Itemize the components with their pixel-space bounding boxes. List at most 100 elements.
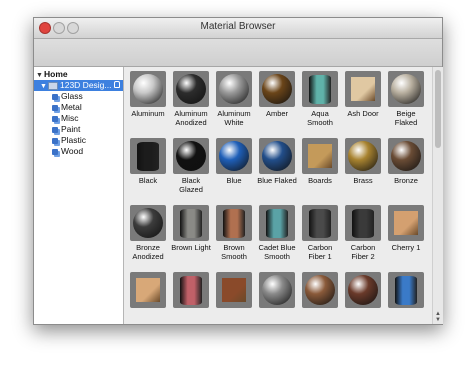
material-label: Beige Flaked <box>394 109 418 127</box>
material-thumbnail <box>130 138 166 174</box>
material-tile[interactable] <box>386 272 426 310</box>
material-tile[interactable]: Cherry 1 <box>386 205 426 252</box>
material-preview-sphere <box>391 141 421 171</box>
material-preview-sphere <box>176 141 206 171</box>
material-category-icon <box>52 137 58 144</box>
material-tile[interactable]: Aluminum Anodized <box>171 71 211 127</box>
tree-library-label: 123D Desig... <box>60 80 112 90</box>
material-label: Cadet Blue Smooth <box>258 243 296 261</box>
sidebar-item-metal[interactable]: Metal <box>52 102 82 113</box>
material-tile[interactable]: Bronze <box>386 138 426 185</box>
material-preview-cyl <box>180 209 202 238</box>
material-tile[interactable]: Carbon Fiber 1 <box>300 205 340 261</box>
material-preview-box <box>136 278 160 302</box>
material-tile[interactable]: Carbon Fiber 2 <box>343 205 383 261</box>
material-preview-cyl <box>352 209 374 238</box>
material-thumbnail <box>259 138 295 174</box>
sidebar-item-wood[interactable]: Wood <box>52 146 83 157</box>
disclosure-triangle-icon[interactable]: ▼ <box>40 81 48 92</box>
material-tile[interactable] <box>343 272 383 310</box>
material-thumbnail <box>259 205 295 241</box>
material-preview-sphere <box>219 74 249 104</box>
material-tile[interactable] <box>257 272 297 310</box>
sidebar-item-glass[interactable]: Glass <box>52 91 83 102</box>
material-tile[interactable]: Ash Door <box>343 71 383 118</box>
material-tile[interactable]: Brown Light <box>171 205 211 252</box>
material-thumbnail <box>130 272 166 308</box>
material-thumbnail <box>388 272 424 308</box>
material-label: Black <box>138 176 158 185</box>
material-preview-box <box>222 278 246 302</box>
tree-home[interactable]: ▼Home <box>36 69 68 80</box>
material-tile[interactable] <box>214 272 254 310</box>
material-tile[interactable]: Amber <box>257 71 297 118</box>
sidebar-item-plastic[interactable]: Plastic <box>52 135 86 146</box>
library-sidebar: ▼Home ▼ 123D Desig... Glass Metal Misc Pa… <box>34 67 124 324</box>
material-thumbnail <box>302 205 338 241</box>
material-tile[interactable]: Brown Smooth <box>214 205 254 261</box>
material-thumbnail <box>130 71 166 107</box>
material-tile[interactable]: Cadet Blue Smooth <box>257 205 297 261</box>
material-preview-sphere <box>348 141 378 171</box>
material-preview-cyl <box>137 142 159 171</box>
material-thumbnail <box>302 138 338 174</box>
material-preview-sphere <box>219 141 249 171</box>
material-category-icon <box>52 148 58 155</box>
material-tile[interactable]: Aluminum White <box>214 71 254 127</box>
sidebar-item-misc[interactable]: Misc <box>52 113 78 124</box>
material-category-icon <box>52 104 58 111</box>
material-tile[interactable] <box>300 272 340 310</box>
material-tile[interactable]: Aqua Smooth <box>300 71 340 127</box>
material-tile[interactable]: Blue Flaked <box>257 138 297 185</box>
material-label: Brown Light <box>171 243 211 252</box>
material-tile[interactable]: Blue <box>214 138 254 185</box>
material-label: Boards <box>308 176 332 185</box>
material-tile[interactable]: Bronze Anodized <box>128 205 168 261</box>
tree-library[interactable]: ▼ 123D Desig... <box>34 80 123 91</box>
material-label: Ash Door <box>347 109 379 118</box>
material-thumbnail <box>345 138 381 174</box>
material-label: Black Glazed <box>179 176 203 194</box>
material-thumbnail <box>216 205 252 241</box>
material-preview-sphere <box>262 275 292 305</box>
material-label: Aqua Smooth <box>307 109 333 127</box>
material-tile[interactable] <box>171 272 211 310</box>
material-tile[interactable]: Black <box>128 138 168 185</box>
vertical-scrollbar[interactable]: ▲ ▼ <box>432 67 443 324</box>
material-thumbnail <box>388 71 424 107</box>
material-thumbnail <box>388 205 424 241</box>
material-category-icon <box>52 93 58 100</box>
material-tile[interactable]: Beige Flaked <box>386 71 426 127</box>
material-tile[interactable]: Aluminum <box>128 71 168 118</box>
material-tile[interactable]: Black Glazed <box>171 138 211 194</box>
material-preview-box <box>308 144 332 168</box>
material-preview-sphere <box>262 74 292 104</box>
material-preview-sphere <box>133 208 163 238</box>
material-preview-sphere <box>176 74 206 104</box>
sidebar-item-label: Wood <box>61 146 84 156</box>
sidebar-item-label: Paint <box>61 124 81 134</box>
sidebar-item-paint[interactable]: Paint <box>52 124 80 135</box>
material-thumbnail <box>173 272 209 308</box>
material-tile[interactable]: Brass <box>343 138 383 185</box>
scroll-down-arrow-icon[interactable]: ▼ <box>435 317 441 323</box>
scrollbar-thumb[interactable] <box>435 70 441 148</box>
title-bar: Material Browser <box>34 18 442 39</box>
material-preview-sphere <box>391 74 421 104</box>
material-category-icon <box>52 115 58 122</box>
material-tile[interactable] <box>128 272 168 310</box>
material-preview-sphere <box>133 74 163 104</box>
material-thumbnail <box>345 205 381 241</box>
material-tile[interactable]: Boards <box>300 138 340 185</box>
sidebar-item-label: Glass <box>61 91 83 101</box>
material-preview-cyl <box>309 75 331 104</box>
material-preview-sphere <box>262 141 292 171</box>
material-thumbnail <box>302 71 338 107</box>
material-preview-sphere <box>348 275 378 305</box>
material-label: Bronze Anodized <box>132 243 164 261</box>
material-label: Aluminum <box>131 109 165 118</box>
material-label: Carbon Fiber 2 <box>350 243 376 261</box>
material-preview-cyl <box>395 276 417 305</box>
folder-icon <box>48 81 58 90</box>
toolbar <box>34 39 442 67</box>
